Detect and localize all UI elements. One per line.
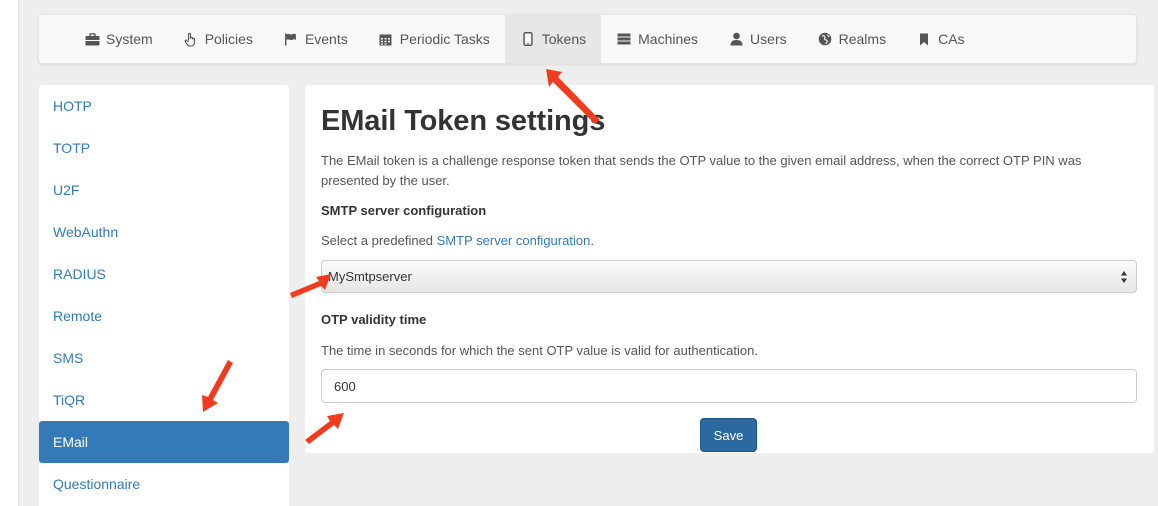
nav-cas-label: CAs	[938, 31, 965, 47]
nav-system[interactable]: System	[69, 15, 168, 63]
nav-realms-label: Realms	[838, 31, 887, 47]
phone-icon	[520, 32, 536, 46]
sidebar-item-sms[interactable]: SMS	[39, 337, 289, 379]
nav-policies[interactable]: Policies	[168, 15, 268, 63]
nav-periodic-tasks[interactable]: Periodic Tasks	[363, 15, 505, 63]
nav-policies-label: Policies	[204, 31, 253, 47]
smtp-help-prefix: Select a predefined	[321, 233, 437, 248]
otp-validity-label: OTP validity time	[321, 312, 427, 327]
sidebar-item-email[interactable]: EMail	[39, 421, 289, 463]
smtp-help-suffix: .	[590, 233, 594, 248]
nav-system-label: System	[106, 31, 153, 47]
nav-realms[interactable]: Realms	[802, 15, 901, 63]
otp-validity-help: The time in seconds for which the sent O…	[321, 343, 758, 358]
page-title: EMail Token settings	[321, 105, 606, 137]
nav-machines[interactable]: Machines	[601, 15, 713, 63]
nav-users[interactable]: Users	[713, 15, 802, 63]
otp-validity-input[interactable]: 600	[321, 369, 1137, 403]
calendar-icon	[378, 33, 394, 46]
nav-cas[interactable]: CAs	[901, 15, 979, 63]
save-button[interactable]: Save	[700, 418, 757, 452]
smtp-config-label: SMTP server configuration	[321, 203, 487, 218]
sidebar-item-webauthn[interactable]: WebAuthn	[39, 211, 289, 253]
nav-tokens-label: Tokens	[541, 31, 587, 47]
smtp-config-link[interactable]: SMTP server configuration	[437, 233, 591, 248]
nav-users-label: Users	[750, 31, 787, 47]
sidebar-item-remote[interactable]: Remote	[39, 295, 289, 337]
token-description: The EMail token is a challenge response …	[321, 153, 1082, 188]
email-settings-panel: EMail Token settings The EMail token is …	[305, 85, 1154, 453]
token-type-menu: HOTP TOTP U2F WebAuthn RADIUS Remote SMS…	[39, 85, 289, 506]
sidebar-item-tiqr[interactable]: TiQR	[39, 379, 289, 421]
sidebar-item-totp[interactable]: TOTP	[39, 127, 289, 169]
smtp-config-help: Select a predefined SMTP server configur…	[321, 233, 594, 248]
select-arrows-icon	[1120, 269, 1128, 285]
smtp-server-select[interactable]: MySmtpserver	[321, 260, 1137, 293]
hand-pointer-icon	[183, 32, 199, 47]
nav-machines-label: Machines	[638, 31, 699, 47]
smtp-server-selected-value: MySmtpserver	[328, 269, 412, 284]
bookmark-icon	[916, 33, 932, 46]
user-icon	[728, 32, 744, 46]
briefcase-icon	[84, 32, 100, 46]
sidebar-item-questionnaire[interactable]: Questionnaire	[39, 463, 289, 505]
nav-tokens[interactable]: Tokens	[504, 15, 602, 63]
flag-icon	[283, 33, 299, 46]
sidebar-item-radius[interactable]: RADIUS	[39, 253, 289, 295]
sidebar-item-hotp[interactable]: HOTP	[39, 85, 289, 127]
nav-periodic-tasks-label: Periodic Tasks	[399, 31, 490, 47]
sidebar-item-u2f[interactable]: U2F	[39, 169, 289, 211]
nav-events[interactable]: Events	[268, 15, 363, 63]
top-navigation: System Policies Events Periodic Tasks To…	[38, 14, 1137, 64]
nav-events-label: Events	[304, 31, 348, 47]
globe-icon	[817, 32, 833, 46]
server-icon	[616, 33, 632, 45]
